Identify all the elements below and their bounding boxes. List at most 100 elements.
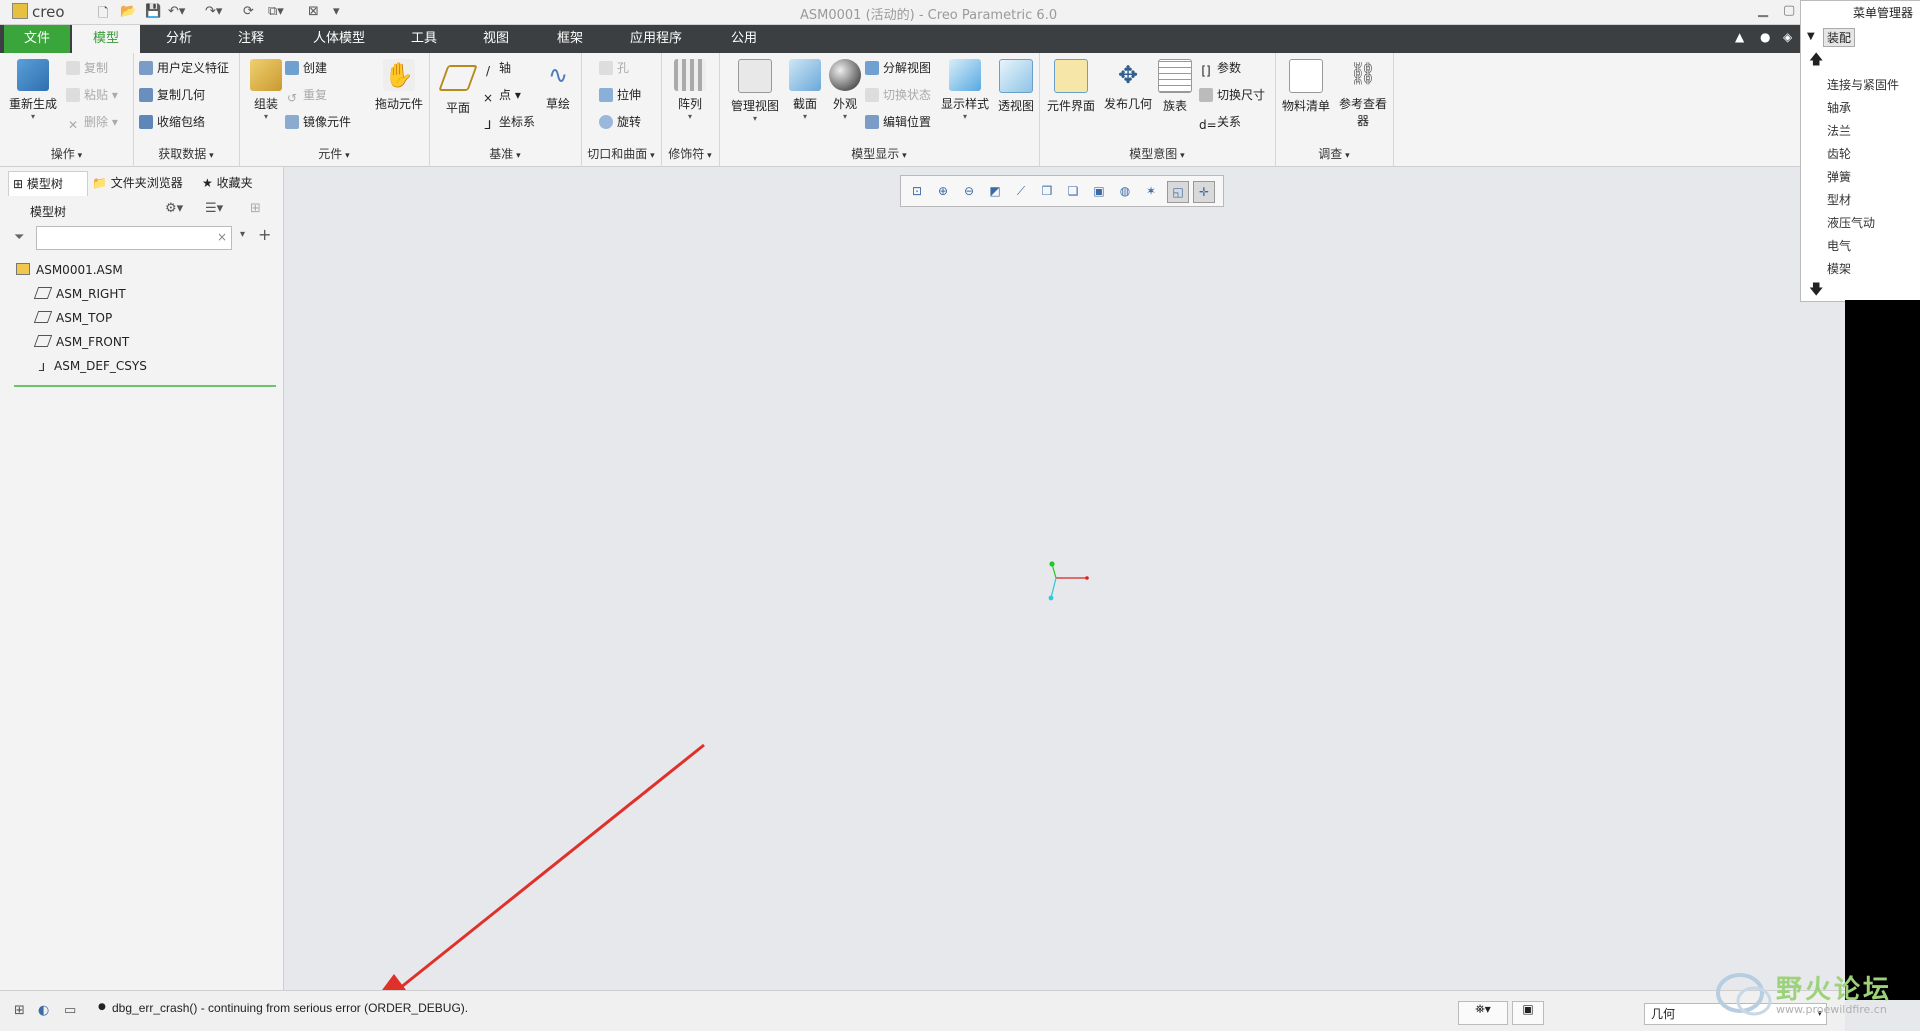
paste-button[interactable]: 粘贴 ▾ xyxy=(66,84,118,106)
display-style-button[interactable]: 显示样式 ▾ xyxy=(937,59,993,121)
pattern-button[interactable]: 阵列 ▾ xyxy=(663,59,717,121)
shrinkwrap-button[interactable]: 收缩包络 xyxy=(139,111,205,133)
tree-item-asm-def-csys[interactable]: ⅃ ASM_DEF_CSYS xyxy=(36,355,147,377)
mirror-component-button[interactable]: 镜像元件 xyxy=(285,111,351,133)
up-arrow-icon[interactable]: 🡅 xyxy=(1809,49,1823,73)
zoom-in-icon[interactable]: ⊕ xyxy=(933,181,953,201)
drag-component-button[interactable]: ✋ 拖动元件 xyxy=(372,59,426,112)
new-file-icon[interactable]: 🗋 xyxy=(98,4,108,26)
tree-settings-icon[interactable]: ⚙▾ xyxy=(165,201,183,216)
search-options-icon[interactable]: ▾ xyxy=(240,229,245,240)
selection-buffer-icon[interactable]: ▣ xyxy=(1512,1001,1544,1025)
reorient-icon[interactable]: ⟋ xyxy=(1011,181,1031,201)
tab-applications[interactable]: 应用程序 xyxy=(612,25,700,53)
menu-item-hydraulic[interactable]: 液压气动 xyxy=(1827,214,1875,231)
publish-geometry-button[interactable]: ✥ 发布几何 xyxy=(1101,59,1155,112)
plane-button[interactable]: 平面 xyxy=(431,59,485,116)
create-button[interactable]: 创建 xyxy=(285,57,327,79)
edit-position-button[interactable]: 编辑位置 xyxy=(865,111,931,133)
manage-views-button[interactable]: 管理视图 ▾ xyxy=(725,59,785,123)
udf-button[interactable]: 用户定义特征 xyxy=(139,57,229,79)
filter-icon[interactable]: ⏷ xyxy=(14,230,24,245)
redo-icon[interactable]: ↷▾ xyxy=(205,4,222,19)
parameters-button[interactable]: [] 参数 xyxy=(1199,57,1241,79)
customize-toolbar-icon[interactable]: ▾ xyxy=(333,4,340,19)
full-screen-icon[interactable]: ▭ xyxy=(64,1003,76,1018)
menu-item-mold-base[interactable]: 模架 xyxy=(1827,260,1851,277)
view-manager-icon[interactable]: ❏ xyxy=(1063,181,1083,201)
perspective-button[interactable]: 透视图 xyxy=(993,59,1039,114)
group-label-get-data[interactable]: 获取数据 xyxy=(133,145,239,162)
family-table-button[interactable]: 族表 xyxy=(1155,59,1195,114)
saved-orientations-icon[interactable]: ❒ xyxy=(1037,181,1057,201)
add-filter-icon[interactable]: + xyxy=(258,225,271,244)
tab-folder-browser[interactable]: 📁 文件夹浏览器 xyxy=(88,171,196,195)
menu-item-electrical[interactable]: 电气 xyxy=(1827,237,1851,254)
help-icon[interactable]: ◈ xyxy=(1783,30,1792,44)
refit-icon[interactable]: ⊡ xyxy=(907,181,927,201)
tab-model[interactable]: 模型 xyxy=(72,25,140,53)
menu-item-spring[interactable]: 弹簧 xyxy=(1827,168,1851,185)
show-options-icon[interactable]: ☰▾ xyxy=(205,201,223,216)
revolve-button[interactable]: 旋转 xyxy=(599,111,641,133)
browser-icon[interactable]: ◐ xyxy=(38,1003,49,1018)
zoom-out-icon[interactable]: ⊖ xyxy=(959,181,979,201)
repeat-button[interactable]: ↺ 重复 xyxy=(285,84,327,106)
down-arrow-icon[interactable]: 🡇 xyxy=(1809,279,1823,303)
point-button[interactable]: × 点 ▾ xyxy=(481,84,521,106)
appearance-button[interactable]: 外观 ▾ xyxy=(825,59,865,121)
collapse-triangle-icon[interactable]: ▼ xyxy=(1807,31,1815,42)
windows-icon[interactable]: ⧉▾ xyxy=(268,4,284,19)
group-label-model-intent[interactable]: 模型意图 xyxy=(1039,145,1275,162)
axis-button[interactable]: / 轴 xyxy=(481,57,511,79)
group-label-datum[interactable]: 基准 xyxy=(429,145,581,162)
copy-button[interactable]: 复制 xyxy=(66,57,108,79)
group-label-cuts-surfaces[interactable]: 切口和曲面 xyxy=(581,145,661,162)
tab-framework[interactable]: 框架 xyxy=(540,25,600,53)
annotation-display-icon[interactable]: ◱ xyxy=(1167,181,1189,203)
csys-button[interactable]: ⅃ 坐标系 xyxy=(481,111,535,133)
regenerate-button[interactable]: 重新生成 ▾ xyxy=(6,59,60,121)
tree-item-asm0001[interactable]: ASM0001.ASM xyxy=(16,259,123,281)
maximize-icon[interactable]: ▢ xyxy=(1783,3,1795,18)
tree-search-input[interactable]: × xyxy=(36,226,232,250)
tab-manikin[interactable]: 人体模型 xyxy=(300,25,378,53)
reference-viewer-button[interactable]: ⛓ 参考查看器 xyxy=(1335,59,1391,129)
tab-view[interactable]: 视图 xyxy=(466,25,526,53)
relations-button[interactable]: d=关系 xyxy=(1199,111,1241,133)
group-label-component[interactable]: 元件 xyxy=(239,145,429,162)
tree-item-asm-front[interactable]: ASM_FRONT xyxy=(33,331,129,353)
menu-item-profile[interactable]: 型材 xyxy=(1827,191,1851,208)
tab-favorites[interactable]: ★ 收藏夹 xyxy=(198,171,282,195)
insert-here-indicator[interactable] xyxy=(14,385,276,387)
section-button[interactable]: 截面 ▾ xyxy=(785,59,825,121)
regenerate-quick-icon[interactable]: ⟳ xyxy=(243,4,254,19)
tab-tools[interactable]: 工具 xyxy=(394,25,454,53)
tab-model-tree[interactable]: ⊞ 模型树 xyxy=(8,171,88,196)
delete-button[interactable]: ✕ 删除 ▾ xyxy=(66,111,118,133)
toggle-navigator-icon[interactable]: ⊞ xyxy=(14,1003,25,1018)
tree-columns-icon[interactable]: ⊞ xyxy=(250,201,261,216)
display-style-icon[interactable]: ◍ xyxy=(1115,181,1135,201)
menu-item-assembly[interactable]: 装配 xyxy=(1823,28,1856,47)
tree-item-asm-top[interactable]: ASM_TOP xyxy=(33,307,112,329)
group-label-operations[interactable]: 操作 xyxy=(0,145,133,162)
component-interface-button[interactable]: 元件界面 xyxy=(1043,59,1099,114)
ribbon-collapse-icon[interactable]: ▲ xyxy=(1735,30,1744,44)
bom-button[interactable]: 物料清单 xyxy=(1279,59,1333,114)
menu-item-connectors[interactable]: 连接与紧固件 xyxy=(1827,76,1899,93)
tab-public[interactable]: 公用 xyxy=(714,25,774,53)
open-folder-icon[interactable]: 📂 xyxy=(120,4,136,19)
datum-display-filters-icon[interactable]: ✶ xyxy=(1141,181,1161,201)
hole-button[interactable]: 孔 xyxy=(599,57,629,79)
toggle-state-button[interactable]: 切换状态 xyxy=(865,84,931,106)
copy-geometry-button[interactable]: 复制几何 xyxy=(139,84,205,106)
save-icon[interactable]: 💾 xyxy=(145,4,161,19)
sketch-button[interactable]: ∿ 草绘 xyxy=(531,59,585,112)
explode-view-button[interactable]: 分解视图 xyxy=(865,57,931,79)
tree-item-asm-right[interactable]: ASM_RIGHT xyxy=(33,283,126,305)
undo-icon[interactable]: ↶▾ xyxy=(168,4,185,19)
menu-item-gear[interactable]: 齿轮 xyxy=(1827,145,1851,162)
spin-center-icon[interactable]: ✛ xyxy=(1193,181,1215,203)
clear-search-icon[interactable]: × xyxy=(217,230,227,244)
